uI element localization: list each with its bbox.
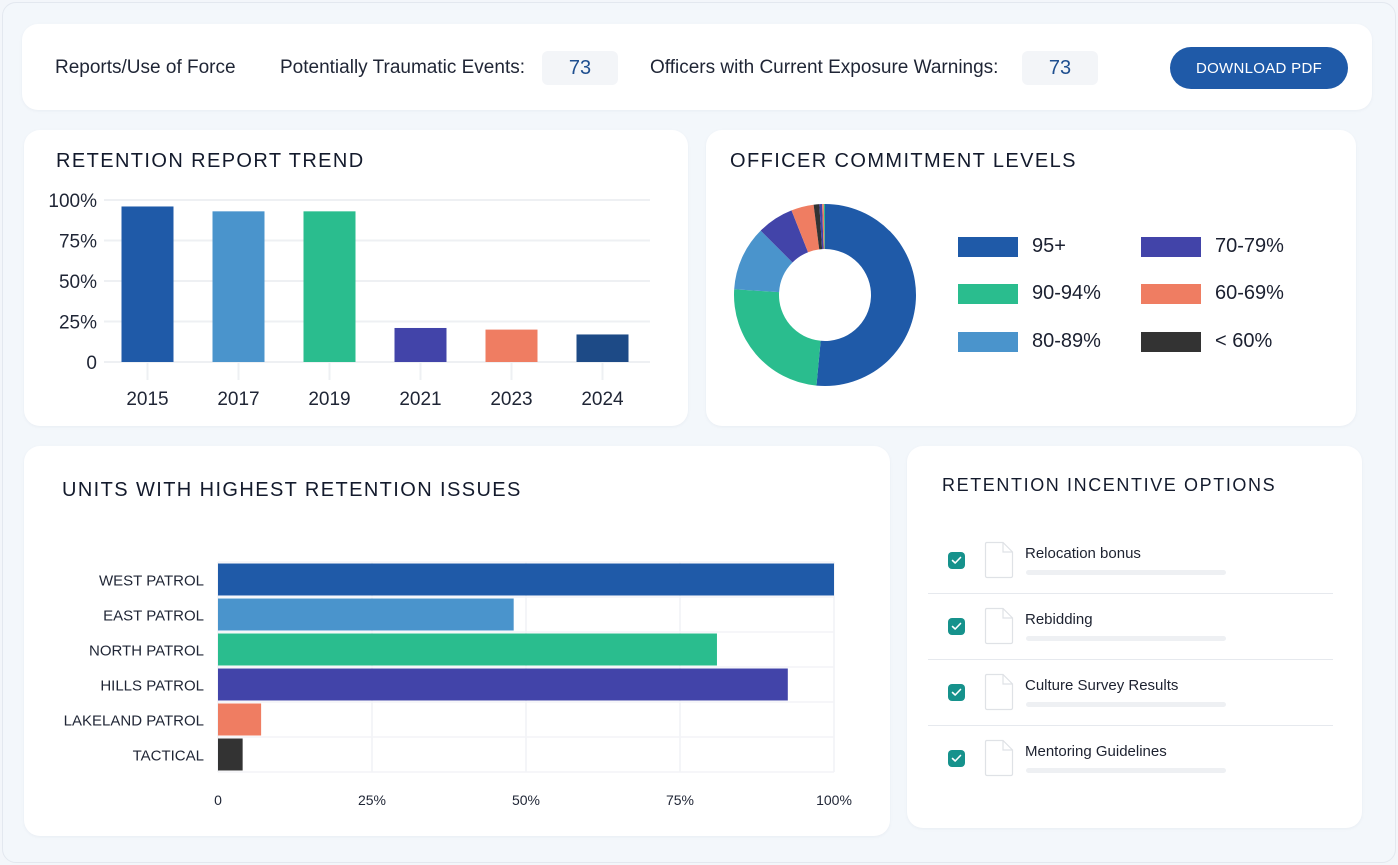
legend-swatch [958,331,1018,352]
legend-label: < 60% [1215,330,1273,352]
incentive-item[interactable]: Rebidding [928,594,1333,660]
retention-trend-chart: 0 25% 50% 75% 100% 2015 2017 2019 2021 2023 2024 [48,191,650,410]
exposure-label: Officers with Current Exposure Warnings: [650,57,999,78]
y-tick-label: TACTICAL [133,748,204,765]
document-icon [984,673,1014,711]
commitment-donut-chart [734,204,916,386]
incentive-progress-placeholder [1026,636,1226,641]
checkbox-checked-icon[interactable] [948,618,965,635]
incentives-title: RETENTION INCENTIVE OPTIONS [942,475,1277,495]
legend-label: 60-69% [1215,282,1284,304]
x-tick-label: 2023 [490,389,532,410]
bar-2024[interactable] [576,334,629,362]
x-tick-label: 25% [358,792,386,808]
retention-trend-title: RETENTION REPORT TREND [56,150,365,172]
pte-value: 73 [568,56,592,79]
bar-2023[interactable] [485,329,538,362]
bar-tactical[interactable] [218,738,243,771]
checkbox-checked-icon[interactable] [948,684,965,701]
legend-item[interactable]: 90-94% [958,282,1101,305]
legend-label: 80-89% [1032,330,1101,352]
y-tick-label: 75% [59,232,97,253]
x-tick-label: 2024 [581,389,624,410]
exposure-value: 73 [1048,56,1072,79]
legend-label: 70-79% [1215,235,1284,257]
x-tick-label: 50% [512,792,540,808]
reports-use-of-force-label[interactable]: Reports/Use of Force [55,57,236,79]
bar-2019[interactable] [303,211,356,362]
x-tick-label: 2019 [308,389,350,410]
incentive-progress-placeholder [1026,570,1226,575]
legend-swatch [1141,236,1201,257]
document-icon [984,541,1014,579]
bar-lakeland-patrol[interactable] [218,703,262,736]
y-tick-label: LAKELAND PATROL [64,713,204,730]
x-tick-label: 2017 [217,389,259,410]
document-icon [984,607,1014,645]
legend-item[interactable]: 95+ [958,235,1066,258]
legend-label: 95+ [1032,235,1066,257]
checkbox-checked-icon[interactable] [948,552,965,569]
pte-value-badge: 73 [542,51,618,85]
donut-slice-90-94%[interactable] [734,289,821,386]
legend-label: 90-94% [1032,282,1101,304]
legend-swatch [958,283,1018,304]
bar-2017[interactable] [212,211,265,362]
commitment-title: OFFICER COMMITMENT LEVELS [730,150,1077,172]
bar-north-patrol[interactable] [218,633,717,666]
x-tick-label: 2015 [126,389,168,410]
incentive-item[interactable]: Culture Survey Results [928,660,1333,726]
bar-hills-patrol[interactable] [218,668,788,701]
incentive-label: Rebidding [1025,611,1093,628]
y-tick-label: EAST PATROL [103,608,204,625]
incentive-label: Mentoring Guidelines [1025,743,1167,760]
x-tick-label: 100% [816,792,852,808]
incentive-progress-placeholder [1026,702,1226,707]
x-tick-label: 0 [214,792,222,808]
y-tick-label: NORTH PATROL [89,643,204,660]
bar-west-patrol[interactable] [218,563,834,596]
x-tick-label: 2021 [399,389,441,410]
legend-swatch [1141,331,1201,352]
incentive-label: Relocation bonus [1025,545,1141,562]
x-tick-label: 75% [666,792,694,808]
incentive-label: Culture Survey Results [1025,677,1179,694]
legend-item[interactable]: 60-69% [1141,282,1284,305]
pte-label: Potentially Traumatic Events: [280,57,525,78]
legend-item[interactable]: 80-89% [958,330,1101,353]
incentive-item[interactable]: Relocation bonus [928,528,1333,594]
document-icon [984,739,1014,777]
y-tick-label: WEST PATROL [99,573,204,590]
bar-east-patrol[interactable] [218,598,514,631]
bar-2021[interactable] [394,327,447,362]
y-tick-label: 0 [86,353,97,374]
units-bar-chart: 0 25% 50% 75% 100% WEST PATROL EAST PATROL NORT… [64,561,852,808]
y-tick-label: 25% [59,313,97,334]
donut-slice-95+[interactable] [816,204,916,386]
download-pdf-button[interactable]: DOWNLOAD PDF [1170,47,1348,89]
y-tick-label: 50% [59,272,97,293]
checkbox-checked-icon[interactable] [948,750,965,767]
legend-item[interactable]: 70-79% [1141,235,1284,258]
y-tick-label: HILLS PATROL [100,678,204,695]
exposure-value-badge: 73 [1022,51,1098,85]
legend-swatch [958,236,1018,257]
legend-swatch [1141,283,1201,304]
bar-2015[interactable] [121,206,174,362]
units-title: UNITS WITH HIGHEST RETENTION ISSUES [62,479,522,501]
incentive-progress-placeholder [1026,768,1226,773]
incentive-item[interactable]: Mentoring Guidelines [928,726,1333,792]
legend-item[interactable]: < 60% [1141,330,1272,353]
y-tick-label: 100% [48,191,97,212]
